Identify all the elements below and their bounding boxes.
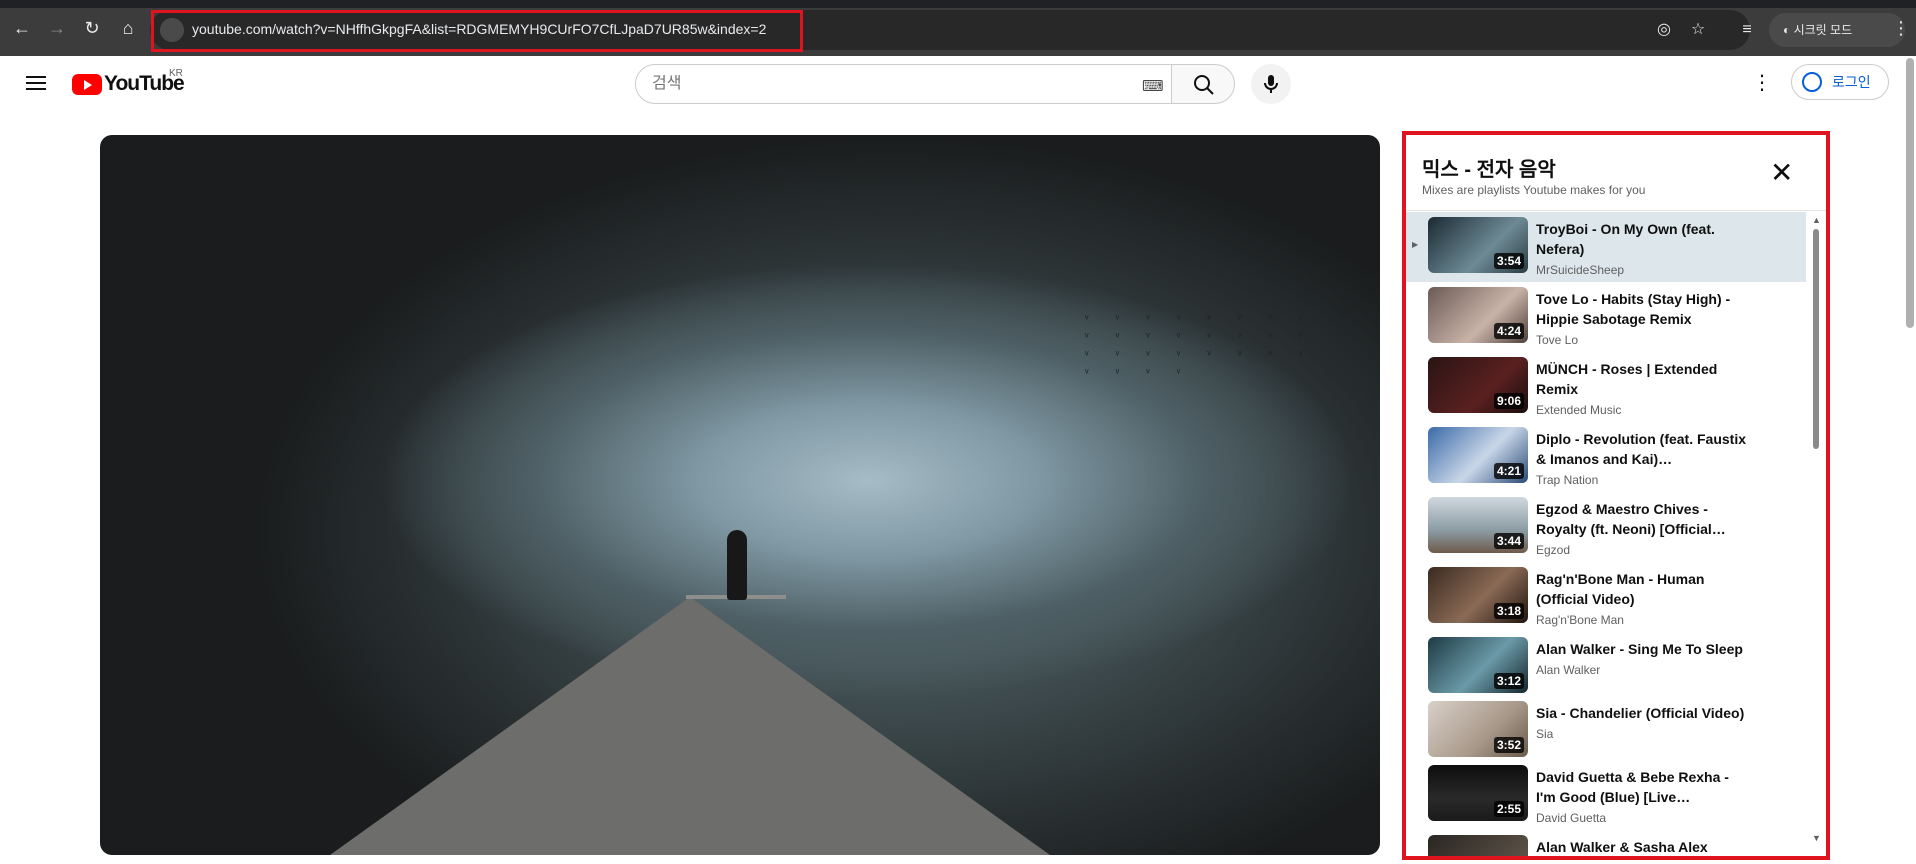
forward-arrow-icon[interactable]: →: [45, 16, 69, 40]
eye-off-icon[interactable]: ◎: [1652, 18, 1676, 42]
duration-badge: 3:52: [1493, 737, 1524, 753]
channel-name[interactable]: Rag'n'Bone Man: [1536, 613, 1624, 627]
video-title[interactable]: TroyBoi - On My Own (feat. Nefera): [1536, 219, 1746, 259]
flock-of-birds: ᵛ ᵛ ᵛ ᵛ ᵛ ᵛ ᵛ ᵛ ᵛ ᵛ ᵛ ᵛ ᵛ ᵛ ᵛ ᵛ ᵛ ᵛ ᵛ ᵛ …: [1085, 313, 1315, 379]
video-title[interactable]: Rag'n'Bone Man - Human (Official Video): [1536, 569, 1746, 609]
duration-badge: 4:21: [1493, 463, 1524, 479]
signin-label: 로그인: [1832, 74, 1871, 90]
playlist-title: 믹스 - 전자 음악: [1422, 159, 1556, 181]
video-thumbnail[interactable]: 3:54: [1428, 217, 1528, 273]
scrollbar-thumb[interactable]: [1813, 229, 1819, 449]
playlist-item[interactable]: 3:52 Sia - Chandelier (Official Video) S…: [1406, 696, 1806, 760]
video-title[interactable]: MÜNCH - Roses | Extended Remix: [1536, 359, 1746, 399]
divider: [1406, 210, 1826, 211]
video-thumbnail[interactable]: 9:06: [1428, 357, 1528, 413]
incognito-icon: ◐: [1783, 23, 1794, 37]
youtube-play-logo-icon: [72, 73, 102, 95]
video-player[interactable]: ᵛ ᵛ ᵛ ᵛ ᵛ ᵛ ᵛ ᵛ ᵛ ᵛ ᵛ ᵛ ᵛ ᵛ ᵛ ᵛ ᵛ ᵛ ᵛ ᵛ …: [100, 135, 1380, 855]
playlist-item[interactable]: 3:12 Alan Walker - Sing Me To Sleep Alan…: [1406, 632, 1806, 696]
keyboard-icon[interactable]: ⌨: [1142, 77, 1164, 95]
mix-playlist-panel: 믹스 - 전자 음악 Mixes are playlists Youtube m…: [1402, 131, 1830, 860]
voice-search-button[interactable]: [1251, 64, 1291, 104]
channel-name[interactable]: Trap Nation: [1536, 473, 1598, 487]
video-thumbnail[interactable]: 4:21: [1428, 427, 1528, 483]
duration-badge: 3:44: [1493, 533, 1524, 549]
video-title[interactable]: David Guetta & Bebe Rexha - I'm Good (Bl…: [1536, 767, 1746, 807]
walking-figure: [727, 530, 747, 600]
channel-name[interactable]: Egzod: [1536, 543, 1570, 557]
search-icon: [1194, 75, 1214, 95]
hamburger-menu-icon[interactable]: [24, 72, 48, 96]
duration-badge: 3:18: [1493, 603, 1524, 619]
pier-shape: [330, 597, 1050, 855]
reload-icon[interactable]: ↻: [80, 16, 104, 40]
signin-button[interactable]: 로그인: [1791, 64, 1889, 100]
channel-name[interactable]: Alan Walker: [1536, 663, 1600, 677]
video-thumbnail[interactable]: [1428, 835, 1528, 856]
duration-badge: 9:06: [1493, 393, 1524, 409]
settings-more-icon[interactable]: ⋮: [1752, 70, 1772, 95]
video-thumbnail[interactable]: 3:12: [1428, 637, 1528, 693]
video-title[interactable]: Diplo - Revolution (feat. Faustix & Iman…: [1536, 429, 1746, 469]
video-thumbnail[interactable]: 2:55: [1428, 765, 1528, 821]
search-box[interactable]: ⌨: [635, 64, 1172, 104]
playlist-item[interactable]: 4:24 Tove Lo - Habits (Stay High) - Hipp…: [1406, 282, 1806, 352]
scroll-down-icon[interactable]: ▼: [1812, 833, 1821, 843]
channel-name[interactable]: MrSuicideSheep: [1536, 263, 1624, 277]
search-input[interactable]: [652, 75, 1112, 93]
youtube-logo[interactable]: YouTube: [72, 72, 185, 96]
microphone-icon: [1264, 75, 1278, 93]
search-button[interactable]: [1171, 64, 1235, 104]
duration-badge: 4:24: [1493, 323, 1524, 339]
page-scrollbar-thumb[interactable]: [1906, 58, 1914, 328]
back-arrow-icon[interactable]: ←: [10, 16, 34, 40]
playlist-item[interactable]: 4:21 Diplo - Revolution (feat. Faustix &…: [1406, 422, 1806, 492]
now-playing-icon: ▶: [1412, 240, 1419, 249]
video-thumbnail[interactable]: 3:52: [1428, 701, 1528, 757]
incognito-badge[interactable]: ◐ 시크릿 모드: [1769, 13, 1905, 47]
region-code: KR: [169, 68, 183, 79]
video-thumbnail[interactable]: 4:24: [1428, 287, 1528, 343]
video-title[interactable]: Tove Lo - Habits (Stay High) - Hippie Sa…: [1536, 289, 1746, 329]
home-icon[interactable]: ⌂: [116, 16, 140, 40]
channel-name[interactable]: Extended Music: [1536, 403, 1621, 417]
playlist-scrollbar[interactable]: ▲ ▼: [1810, 215, 1822, 847]
duration-badge: 3:12: [1493, 673, 1524, 689]
close-icon[interactable]: ✕: [1770, 159, 1793, 187]
playlist-item[interactable]: Alan Walker & Sasha Alex: [1406, 830, 1806, 856]
account-icon: [1802, 72, 1822, 92]
playlist-subtitle: Mixes are playlists Youtube makes for yo…: [1422, 183, 1646, 197]
channel-name[interactable]: Sia: [1536, 727, 1553, 741]
scroll-up-icon[interactable]: ▲: [1812, 215, 1821, 225]
duration-badge: 2:55: [1493, 801, 1524, 817]
playlist-item[interactable]: 2:55 David Guetta & Bebe Rexha - I'm Goo…: [1406, 760, 1806, 830]
media-queue-icon[interactable]: ≡: [1735, 18, 1759, 42]
url-highlight-box: [151, 10, 803, 52]
browser-menu-icon[interactable]: ⋮: [1892, 18, 1910, 39]
star-icon[interactable]: ☆: [1686, 18, 1710, 42]
duration-badge: 3:54: [1493, 253, 1524, 269]
video-title[interactable]: Egzod & Maestro Chives - Royalty (ft. Ne…: [1536, 499, 1746, 539]
tab-strip: [0, 0, 1916, 8]
video-thumbnail[interactable]: 3:44: [1428, 497, 1528, 553]
playlist-item[interactable]: 3:18 Rag'n'Bone Man - Human (Official Vi…: [1406, 562, 1806, 632]
playlist-item[interactable]: 9:06 MÜNCH - Roses | Extended Remix Exte…: [1406, 352, 1806, 422]
playlist-item[interactable]: 3:44 Egzod & Maestro Chives - Royalty (f…: [1406, 492, 1806, 562]
video-title[interactable]: Sia - Chandelier (Official Video): [1536, 703, 1746, 723]
video-title[interactable]: Alan Walker & Sasha Alex: [1536, 837, 1746, 856]
video-title[interactable]: Alan Walker - Sing Me To Sleep: [1536, 639, 1746, 659]
video-thumbnail[interactable]: 3:18: [1428, 567, 1528, 623]
incognito-label: 시크릿 모드: [1793, 23, 1853, 37]
channel-name[interactable]: David Guetta: [1536, 811, 1606, 825]
channel-name[interactable]: Tove Lo: [1536, 333, 1578, 347]
playlist-item[interactable]: ▶ 3:54 TroyBoi - On My Own (feat. Nefera…: [1406, 212, 1806, 282]
